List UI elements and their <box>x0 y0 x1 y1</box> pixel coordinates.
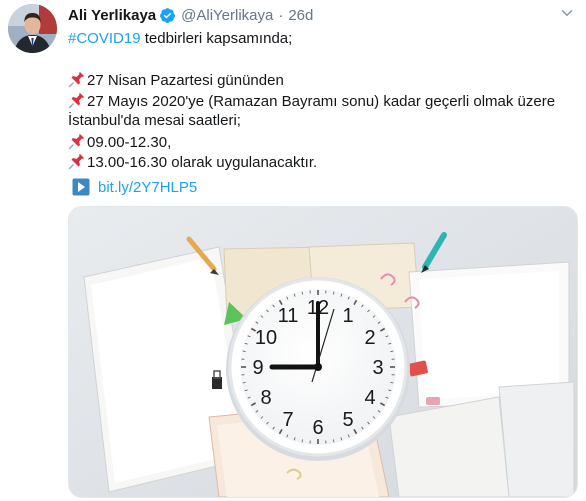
clock-center <box>314 363 322 371</box>
tweet-text-segment: tedbirleri kapsamında; <box>140 30 293 47</box>
separator-dot: · <box>278 6 284 24</box>
tweet-text-segment: 09.00-12.30, <box>87 133 172 151</box>
tweet-text: #COVID19 tedbirleri kapsamında; 27 Nisan… <box>68 29 568 173</box>
tweet-line: İstanbul'da mesai saatleri; <box>68 111 568 132</box>
clock-number: 1 <box>342 305 353 327</box>
tweet-line: 27 Mayıs 2020'ye (Ramazan Bayramı sonu) … <box>68 91 568 112</box>
avatar-image <box>8 4 57 53</box>
link-card-icon <box>72 178 90 196</box>
clock-number: 5 <box>342 409 353 431</box>
tweet-line: 09.00-12.30, <box>68 132 568 153</box>
clock-number: 7 <box>282 409 293 431</box>
tweet-line: 13.00-16.30 olarak uygulanacaktır. <box>68 152 568 173</box>
tweet-text-segment: 27 Nisan Pazartesi gününden <box>87 72 284 89</box>
tweet-text-segment: 13.00-16.30 olarak uygulanacaktır. <box>87 154 318 171</box>
pushpin-icon <box>68 154 84 170</box>
tweet-line: #COVID19 tedbirleri kapsamında; <box>68 29 568 50</box>
pushpin-icon <box>68 72 84 88</box>
shortened-url-link[interactable]: bit.ly/2Y7HLP5 <box>98 179 197 196</box>
clock-number: 3 <box>372 357 383 379</box>
clock-number: 11 <box>278 305 299 327</box>
verified-badge-icon <box>160 7 176 23</box>
pushpin-icon <box>68 92 84 108</box>
avatar[interactable] <box>8 4 57 53</box>
pushpin-icon <box>68 133 84 149</box>
tweet-line: 27 Nisan Pazartesi gününden <box>68 70 568 91</box>
clock-number: 2 <box>364 327 375 349</box>
clock-number: 9 <box>252 357 263 379</box>
author-name[interactable]: Ali Yerlikaya <box>68 7 156 24</box>
tweet-text-segment: İstanbul'da mesai saatleri; <box>68 112 241 129</box>
wall-clock: 121234567891011 <box>226 277 410 461</box>
clock-on-notebooks-photo: 121234567891011 <box>69 207 577 497</box>
link-row: bit.ly/2Y7HLP5 <box>68 178 197 196</box>
timestamp[interactable]: 26d <box>288 7 313 24</box>
clock-number: 8 <box>260 387 271 409</box>
tweet-text-segment: 27 Mayıs 2020'ye (Ramazan Bayramı sonu) … <box>87 92 556 110</box>
tweet-media-image[interactable]: 121234567891011 <box>68 206 578 498</box>
clock-number: 6 <box>312 417 323 439</box>
clock-number: 10 <box>255 327 277 349</box>
hashtag-link[interactable]: #COVID19 <box>68 30 141 47</box>
tweet-header: Ali Yerlikaya @AliYerlikaya · 26d <box>68 5 546 25</box>
chevron-down-icon[interactable] <box>558 4 576 22</box>
clock-number: 4 <box>364 387 375 409</box>
author-handle[interactable]: @AliYerlikaya <box>181 7 273 24</box>
